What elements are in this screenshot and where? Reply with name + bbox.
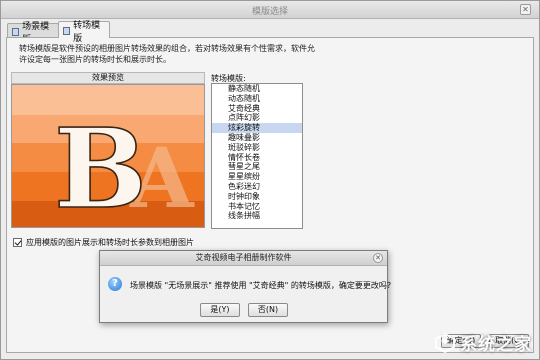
dialog-title: 艾奇视频电子相册制作软件 [195, 253, 292, 262]
question-icon: ? [108, 277, 122, 291]
transition-template-icon [63, 27, 71, 35]
watermark-logo-icon [435, 332, 455, 353]
tab-transition-template[interactable]: 转场模版 [58, 21, 110, 44]
tab-label: 转场模版 [73, 21, 101, 44]
dialog-message: 场景模版 "无场景展示" 推荐使用 "艾奇经典" 的转场模版，确定要更改吗? [130, 281, 392, 290]
yes-button[interactable]: 是(Y) [200, 303, 240, 317]
confirm-dialog: 艾奇视频电子相册制作软件 ✕ ? 场景模版 "无场景展示" 推荐使用 "艾奇经典… [99, 250, 392, 323]
dialog-title-bar: 艾奇视频电子相册制作软件 ✕ [100, 251, 387, 266]
modal-layer: 艾奇视频电子相册制作软件 ✕ ? 场景模版 "无场景展示" 推荐使用 "艾奇经典… [0, 0, 540, 360]
watermark-text: 系统之家 [460, 335, 532, 355]
watermark: 系统之家 [434, 330, 532, 355]
no-button[interactable]: 否(N) [248, 303, 288, 317]
dialog-close-button[interactable]: ✕ [373, 253, 383, 263]
